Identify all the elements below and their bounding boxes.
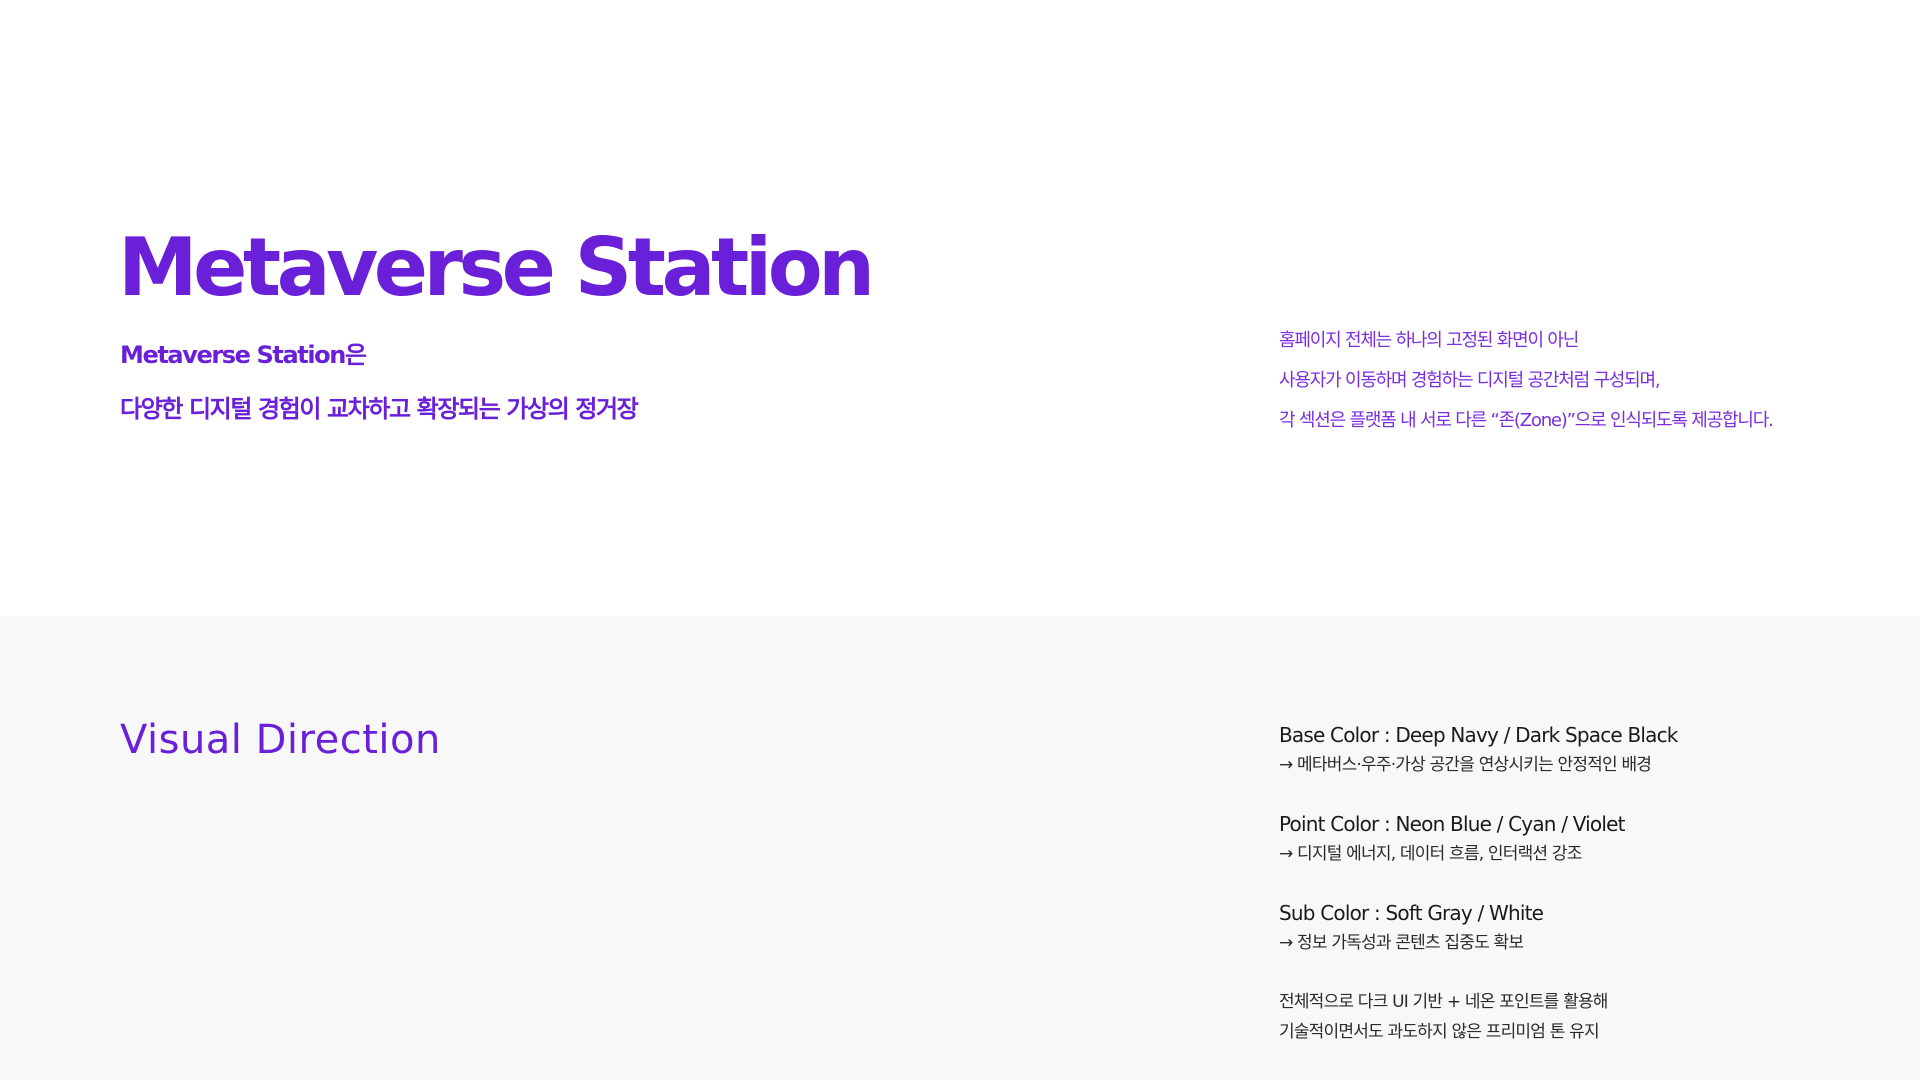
hero-description-line: 사용자가 이동하며 경험하는 디지털 공간처럼 구성되며, (1279, 370, 1661, 391)
color-item-heading: Base Color : Deep Navy / Dark Space Blac… (1279, 723, 1678, 747)
page: Metaverse Station Metaverse Station은 다양한… (0, 0, 1920, 1080)
color-item-heading: Sub Color : Soft Gray / White (1279, 901, 1544, 925)
color-item-note: → 메타버스·우주·가상 공간을 연상시키는 안정적인 배경 (1279, 755, 1652, 775)
hero-description-line: 홈페이지 전체는 하나의 고정된 화면이 아닌 (1279, 330, 1579, 351)
visual-summary-line-2: 기술적이면서도 과도하지 않은 프리미엄 톤 유지 (1279, 1022, 1600, 1042)
visual-direction-list: Base Color : Deep Navy / Dark Space Blac… (1279, 720, 1678, 1047)
color-item-base: Base Color : Deep Navy / Dark Space Blac… (1279, 720, 1678, 780)
hero-subtitle-line-1: Metaverse Station은 (120, 341, 367, 369)
visual-summary: 전체적으로 다크 UI 기반 + 네온 포인트를 활용해 기술적이면서도 과도하… (1279, 987, 1678, 1047)
color-item-point: Point Color : Neon Blue / Cyan / Violet … (1279, 809, 1678, 869)
section-title: Visual Direction (120, 717, 441, 763)
hero-subtitle: Metaverse Station은 다양한 디지털 경험이 교차하고 확장되는… (120, 341, 639, 423)
color-item-heading: Point Color : Neon Blue / Cyan / Violet (1279, 812, 1625, 836)
color-item-sub: Sub Color : Soft Gray / White → 정보 가독성과 … (1279, 898, 1678, 958)
visual-direction-section: Visual Direction Base Color : Deep Navy … (0, 616, 1920, 1080)
hero-subtitle-line-2: 다양한 디지털 경험이 교차하고 확장되는 가상의 정거장 (120, 395, 639, 423)
hero-section: Metaverse Station Metaverse Station은 다양한… (0, 0, 1920, 616)
visual-summary-line-1: 전체적으로 다크 UI 기반 + 네온 포인트를 활용해 (1279, 992, 1608, 1012)
page-title: Metaverse Station (118, 221, 875, 314)
color-item-note: → 정보 가독성과 콘텐츠 집중도 확보 (1279, 933, 1524, 953)
color-item-note: → 디지털 에너지, 데이터 흐름, 인터랙션 강조 (1279, 844, 1582, 864)
hero-description: 홈페이지 전체는 하나의 고정된 화면이 아닌 사용자가 이동하며 경험하는 디… (1279, 321, 1774, 441)
hero-description-line: 각 섹션은 플랫폼 내 서로 다른 “존(Zone)”으로 인식되도록 제공합니… (1279, 410, 1774, 431)
